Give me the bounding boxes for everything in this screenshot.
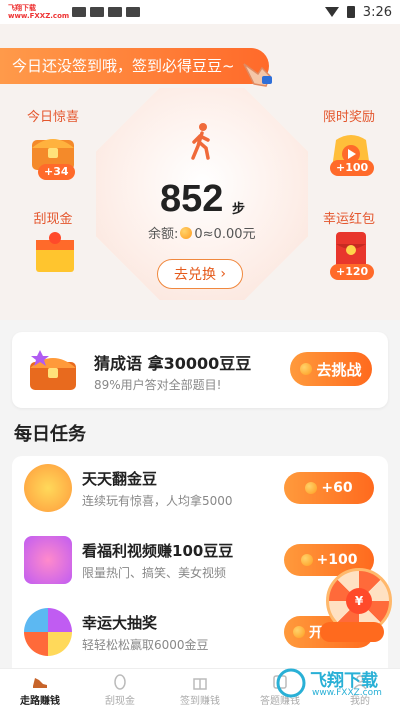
nav-scratch[interactable]: 刮现金 <box>80 669 160 711</box>
surprise-label: 今日惊喜 <box>26 110 79 125</box>
lucky-red-badge: +120 <box>330 264 375 280</box>
task-reward-button[interactable]: +60 <box>284 472 374 504</box>
task-item[interactable]: 天天翻金豆 连续玩有惊喜，人均拿5000 +60 <box>12 456 388 520</box>
coin-icon <box>293 626 305 638</box>
lucky-red-label: 幸运红包 <box>322 212 375 227</box>
notification-icon <box>90 7 104 17</box>
balance-label: 余额: <box>148 227 179 242</box>
coin-icon <box>305 482 318 494</box>
task-title: 幸运大抽奖 <box>82 614 158 632</box>
task-reward-label: +100 <box>316 552 358 568</box>
pointing-hand-icon <box>236 54 276 90</box>
step-unit: 步 <box>232 202 246 217</box>
nav-label: 刮现金 <box>105 695 135 707</box>
open-treasure-label[interactable] <box>320 622 384 642</box>
nav-label: 签到赚钱 <box>180 695 220 707</box>
shoe-icon <box>33 677 47 688</box>
daily-tasks-title: 每日任务 <box>14 424 86 445</box>
exchange-button-label: 去兑换 <box>173 267 216 283</box>
challenge-button-label: 去挑战 <box>316 360 362 379</box>
notification-icon <box>72 7 86 17</box>
coin-icon <box>180 226 193 239</box>
task-subtitle: 轻轻松松赢取6000金豆 <box>82 638 209 652</box>
yuan-icon: ¥ <box>346 588 372 614</box>
nav-label: 走路赚钱 <box>20 695 60 707</box>
wifi-icon <box>324 7 339 17</box>
challenge-button[interactable]: 去挑战 <box>290 352 372 386</box>
scratch-label: 刮现金 <box>33 212 73 227</box>
watermark-logo-icon <box>276 668 306 698</box>
status-bar: 飞翔下载 www.FXXZ.com 3:26 <box>0 0 400 24</box>
bean-icon <box>114 673 126 690</box>
nav-sign-in[interactable]: 签到赚钱 <box>160 669 240 711</box>
time-reward-label: 限时奖励 <box>322 110 375 125</box>
video-play-icon <box>24 536 72 584</box>
chevron-right-icon: › <box>215 266 227 282</box>
coin-icon <box>300 554 313 566</box>
battery-icon <box>346 6 355 18</box>
time-reward-badge: +100 <box>330 160 375 176</box>
surprise-badge: +34 <box>38 164 75 180</box>
flip-coin-game-icon <box>24 464 72 512</box>
gift-box-icon[interactable] <box>30 228 80 276</box>
task-title: 看福利视频赚100豆豆 <box>82 542 234 560</box>
lucky-wheel-icon <box>24 608 72 656</box>
task-title: 天天翻金豆 <box>82 470 158 488</box>
step-count: 852 <box>160 178 224 220</box>
task-subtitle: 连续玩有惊喜，人均拿5000 <box>82 494 233 508</box>
notification-icon <box>108 7 122 17</box>
balance-value: 0≈0.00元 <box>194 227 256 242</box>
watermark: 飞翔下载 www.FXXZ.com <box>276 664 396 704</box>
notification-icon <box>126 7 140 17</box>
treasure-chest-icon <box>26 344 80 394</box>
watermark-url: www.FXXZ.com <box>312 688 382 698</box>
balance-row: 余额: 0≈0.00元 <box>148 223 256 242</box>
coin-icon <box>300 363 313 375</box>
gift-icon <box>193 677 207 690</box>
task-subtitle: 限量热门、搞笑、美女视频 <box>82 566 227 580</box>
idiom-title: 猜成语 拿30000豆豆 <box>94 354 252 373</box>
idiom-subtitle: 89%用户答对全部题目! <box>94 378 222 392</box>
watermark-logo: 飞翔下载 www.FXXZ.com <box>8 4 70 20</box>
walking-person-icon <box>186 122 216 162</box>
sign-in-banner[interactable]: 今日还没签到哦，签到必得豆豆~ <box>0 48 269 84</box>
nav-walk-earn[interactable]: 走路赚钱 <box>0 669 80 711</box>
exchange-button[interactable]: 去兑换 › <box>157 259 243 289</box>
idiom-challenge-card[interactable]: 猜成语 拿30000豆豆 89%用户答对全部题目! 去挑战 <box>12 332 388 408</box>
task-reward-label: +60 <box>321 480 353 496</box>
clock: 3:26 <box>362 4 392 20</box>
notification-icons <box>72 7 140 17</box>
